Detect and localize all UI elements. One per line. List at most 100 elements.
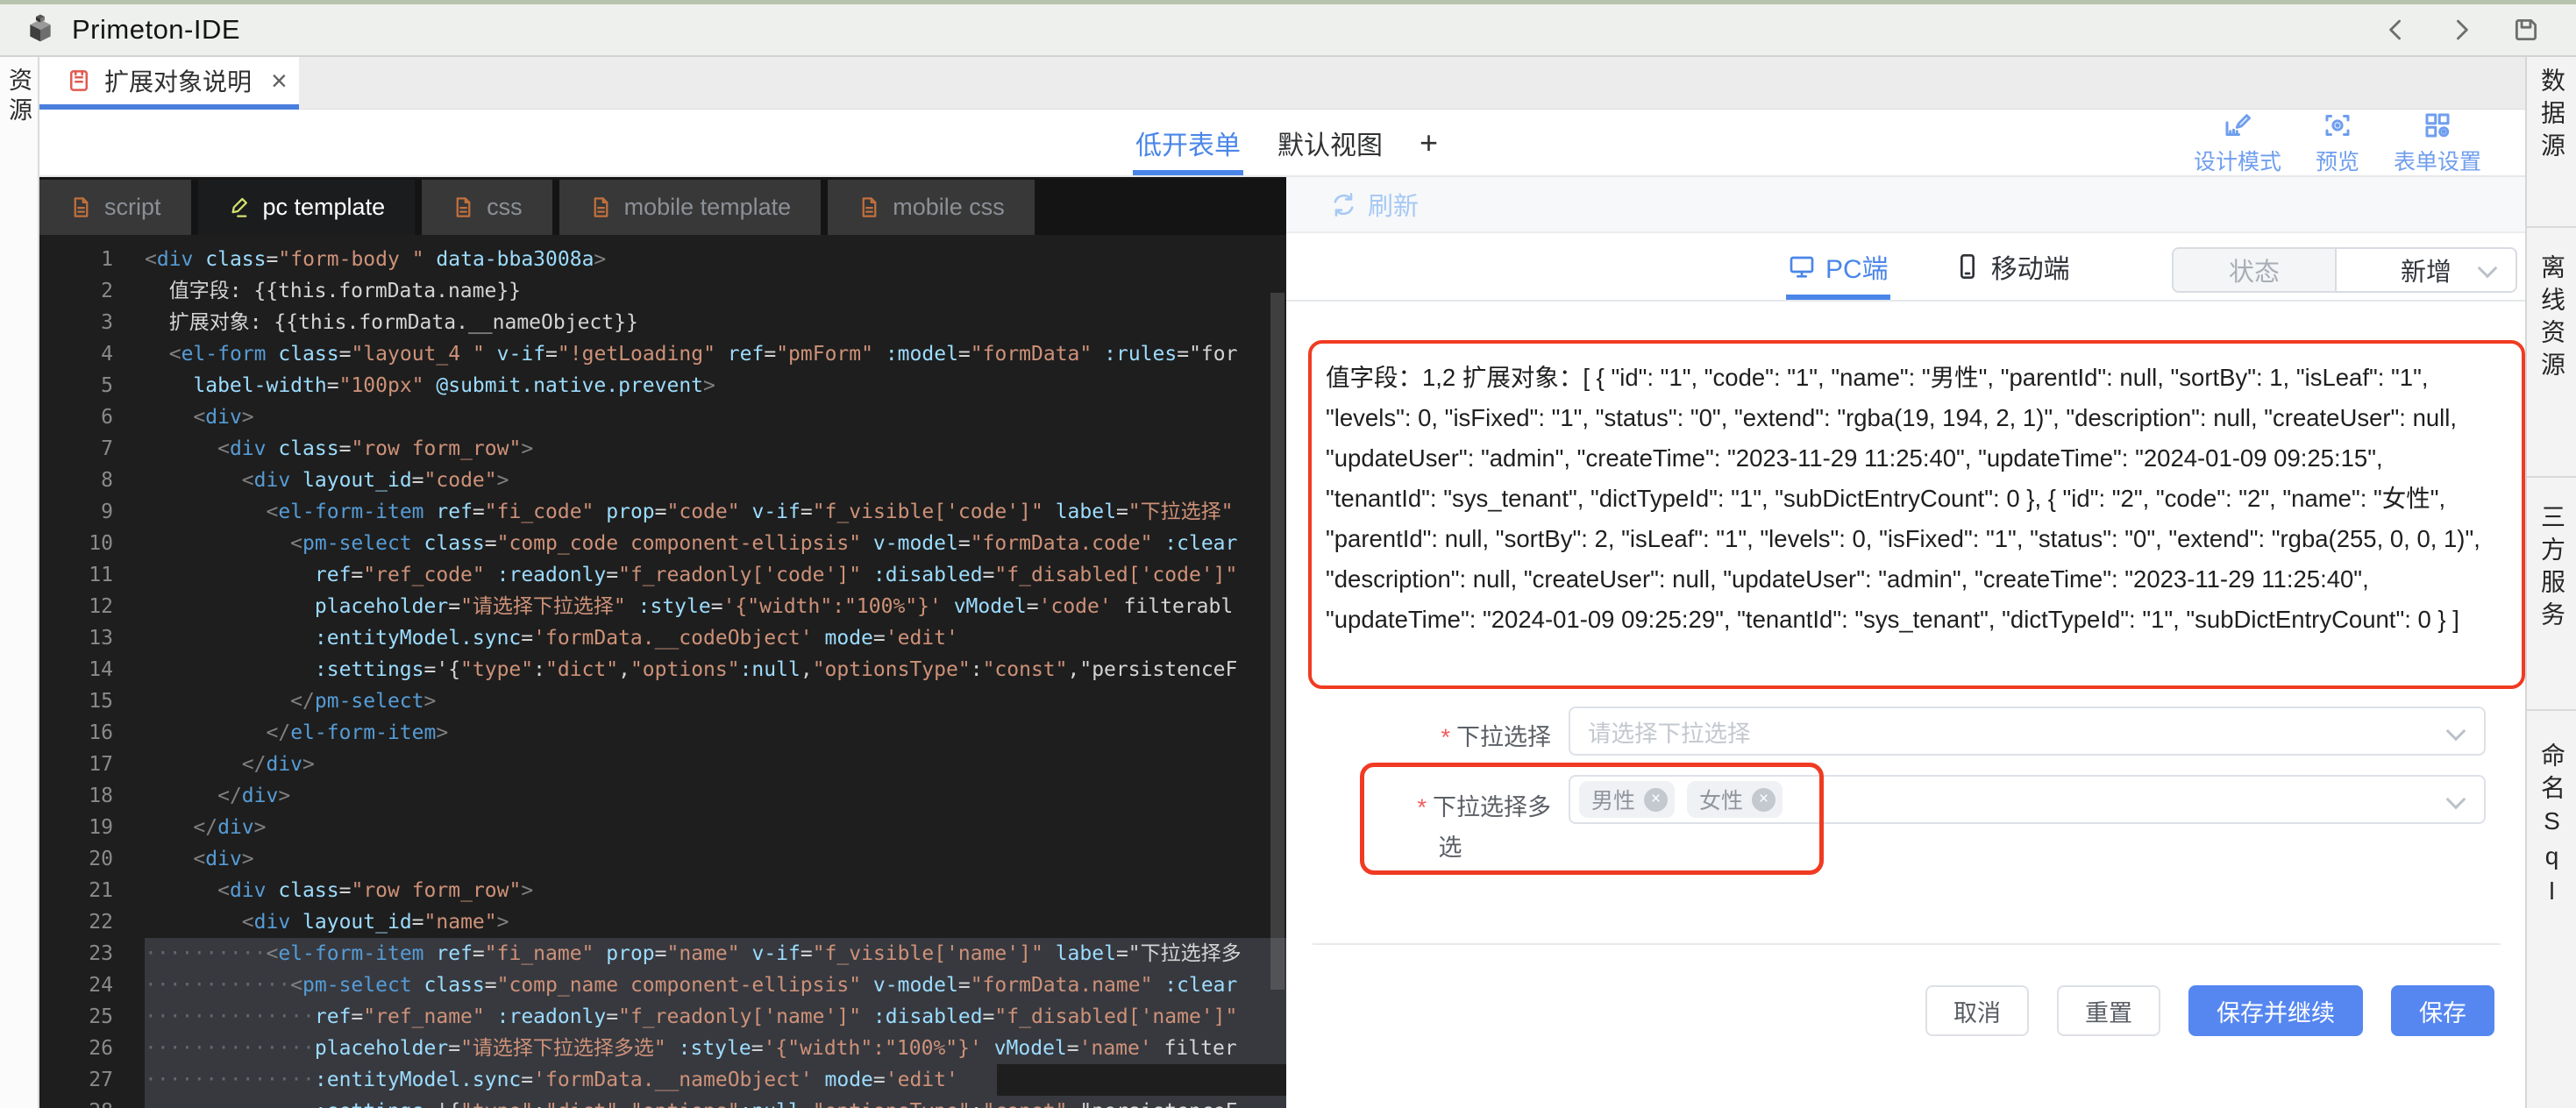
app-title: Primeton-IDE [72, 14, 240, 46]
code-line-22[interactable]: 22 <div layout_id="name"> [39, 906, 1286, 938]
取消-button[interactable]: 取消 [1925, 985, 2029, 1036]
back-icon[interactable] [2381, 15, 2411, 45]
tag-close-icon[interactable]: × [1644, 788, 1668, 812]
preview-icon [2322, 110, 2353, 141]
editor-tab-css[interactable]: css [422, 180, 552, 235]
code-line-13[interactable]: 13 :entityModel.sync='formData.__codeObj… [39, 622, 1286, 654]
doc-tab-label: 扩展对象说明 [104, 63, 252, 98]
left-rail: 资源 [0, 57, 39, 1108]
header-actions: 设计模式预览表单设置 [2194, 110, 2481, 175]
code-line-17[interactable]: 17 </div> [39, 749, 1286, 780]
editor-scrollbar[interactable] [1269, 293, 1286, 1108]
chevron-down-icon [2446, 721, 2466, 742]
status-control: 状态 新增 [2172, 247, 2517, 293]
action-预览[interactable]: 预览 [2315, 110, 2360, 176]
action-表单设置[interactable]: 表单设置 [2394, 110, 2481, 176]
code-line-14[interactable]: 14 :settings='{"type":"dict","options":n… [39, 654, 1286, 685]
add-view-tab[interactable]: + [1417, 110, 1441, 175]
doc-tab-extension-object[interactable]: 扩展对象说明 × [39, 57, 299, 104]
platform-tab-pc端[interactable]: PC端 [1786, 233, 1890, 300]
code-line-21[interactable]: 21 <div class="row form_row"> [39, 875, 1286, 906]
subheader: 低开表单默认视图 + 设计模式预览表单设置 [39, 110, 2525, 177]
code-line-11[interactable]: 11 ref="ref_code" :readonly="f_readonly[… [39, 559, 1286, 591]
code-line-20[interactable]: 20 <div> [39, 843, 1286, 875]
selected-tags: 男性×女性× [1579, 781, 1783, 818]
field-label-multiselect: *下拉选择多 [1349, 788, 1551, 822]
editor-tab-pc-template[interactable]: pc template [198, 180, 416, 235]
sidebar-item-resources[interactable]: 资源 [2, 67, 36, 127]
file-icon [589, 195, 613, 219]
form-settings-icon [2422, 110, 2453, 141]
chevron-down-icon [2446, 790, 2466, 810]
code-line-2[interactable]: 2 值字段: {{this.formData.name}} [39, 275, 1286, 307]
mobile-icon [1953, 252, 1982, 281]
refresh-row: 刷新 [1286, 177, 2525, 233]
rail-item-数据源[interactable]: 数据源 [2527, 57, 2576, 226]
titlebar-actions [2381, 4, 2541, 55]
platform-tabs: PC端移动端 [1786, 233, 2072, 300]
保存并继续-button[interactable]: 保存并继续 [2188, 985, 2363, 1036]
form-buttons: 取消重置保存并继续保存 [1925, 985, 2494, 1036]
code-line-3[interactable]: 3 扩展对象: {{this.formData.__nameObject}} [39, 307, 1286, 338]
rail-item-三方服务[interactable]: 三方服务 [2527, 478, 2576, 709]
code-line-6[interactable]: 6 <div> [39, 401, 1286, 433]
rail-item-离线资源[interactable]: 离线资源 [2527, 228, 2576, 476]
view-tab-默认视图[interactable]: 默认视图 [1275, 110, 1385, 175]
right-rail: 数据源离线资源三方服务命名Sql [2525, 57, 2576, 1108]
editor-tab-script[interactable]: script [39, 180, 191, 235]
refresh-icon [1330, 191, 1357, 218]
field-label-multiselect-wrap: 选 [1349, 828, 1551, 863]
重置-button[interactable]: 重置 [2057, 985, 2160, 1036]
save-icon[interactable] [2511, 15, 2541, 45]
code-line-27[interactable]: 27··············:entityModel.sync='formD… [39, 1064, 1286, 1096]
multiselect-dropdown[interactable]: 男性×女性× [1569, 775, 2486, 824]
editor-tab-bar: scriptpc templatecssmobile templatemobil… [39, 177, 1286, 235]
view-tab-低开表单[interactable]: 低开表单 [1133, 110, 1243, 175]
required-asterisk: * [1441, 724, 1450, 750]
code-line-15[interactable]: 15 </pm-select> [39, 685, 1286, 717]
code-line-18[interactable]: 18 </div> [39, 780, 1286, 812]
code-line-10[interactable]: 10 <pm-select class="comp_code component… [39, 528, 1286, 559]
status-label: 状态 [2174, 249, 2337, 291]
rail-item-命名sql[interactable]: 命名Sql [2527, 711, 2576, 991]
scrollbar-thumb[interactable] [1270, 293, 1284, 990]
doc-tab-strip: 扩展对象说明 × [39, 57, 2525, 110]
code-line-12[interactable]: 12 placeholder="请选择下拉选择" :style='{"width… [39, 591, 1286, 622]
code-line-19[interactable]: 19 </div> [39, 812, 1286, 843]
code-editor: scriptpc templatecssmobile templatemobil… [39, 177, 1286, 1108]
code-line-5[interactable]: 5 label-width="100px" @submit.native.pre… [39, 370, 1286, 401]
view-tabs: 低开表单默认视图 + [1133, 110, 1441, 175]
required-asterisk: * [1417, 794, 1427, 820]
code-line-23[interactable]: 23··········<el-form-item ref="fi_name" … [39, 938, 1286, 970]
保存-button[interactable]: 保存 [2391, 985, 2494, 1036]
code-line-7[interactable]: 7 <div class="row form_row"> [39, 433, 1286, 465]
platform-tab-移动端[interactable]: 移动端 [1952, 233, 2072, 300]
close-icon[interactable]: × [271, 67, 288, 95]
chevron-down-icon [2478, 259, 2498, 279]
status-select[interactable]: 新增 [2337, 249, 2516, 291]
app-root: Primeton-IDE 资源 扩展对象说明 × 低开表单默认视图 + 设计模式预… [0, 0, 2576, 1108]
select-dropdown[interactable]: 请选择下拉选择 [1569, 707, 2486, 756]
edit-icon [228, 195, 252, 219]
code-area[interactable]: 1<div class="form-body " data-bba3008a>2… [39, 235, 1286, 1108]
code-line-9[interactable]: 9 <el-form-item ref="fi_code" prop="code… [39, 496, 1286, 528]
code-line-24[interactable]: 24············<pm-select class="comp_nam… [39, 970, 1286, 1001]
forward-icon[interactable] [2446, 15, 2476, 45]
code-line-1[interactable]: 1<div class="form-body " data-bba3008a> [39, 244, 1286, 275]
code-line-8[interactable]: 8 <div layout_id="code"> [39, 465, 1286, 496]
app-logo-icon [23, 12, 58, 47]
code-line-26[interactable]: 26··············placeholder="请选择下拉选择多选" … [39, 1033, 1286, 1064]
refresh-button[interactable]: 刷新 [1330, 186, 1419, 223]
file-icon [857, 195, 881, 219]
action-设计模式[interactable]: 设计模式 [2194, 110, 2281, 176]
editor-tab-mobile-css[interactable]: mobile css [828, 180, 1035, 235]
refresh-label: 刷新 [1368, 186, 1419, 223]
design-mode-icon [2222, 110, 2253, 141]
editor-tab-mobile-template[interactable]: mobile template [559, 180, 822, 235]
code-line-28[interactable]: 28··············:settings='{"type":"dict… [39, 1096, 1286, 1108]
code-line-16[interactable]: 16 </el-form-item> [39, 717, 1286, 749]
tag-close-icon[interactable]: × [1752, 788, 1775, 812]
code-line-25[interactable]: 25··············ref="ref_name" :readonly… [39, 1001, 1286, 1033]
code-line-4[interactable]: 4 <el-form class="layout_4 " v-if="!getL… [39, 338, 1286, 370]
preview-panel: 刷新 PC端移动端 状态 新增 值字段：1,2 扩展对象：[ { "id": "… [1286, 177, 2525, 1108]
